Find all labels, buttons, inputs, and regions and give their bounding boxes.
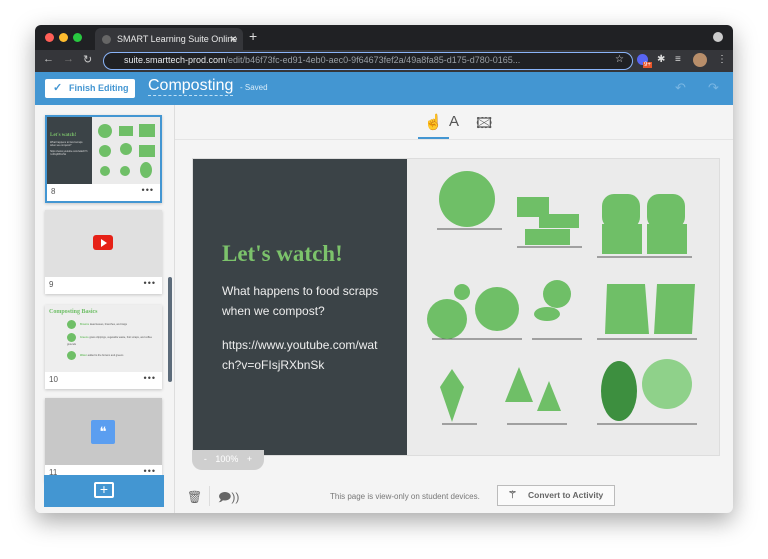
reload-icon[interactable]: ↻ bbox=[83, 53, 92, 66]
save-status: - Saved bbox=[240, 83, 268, 92]
avatar[interactable] bbox=[693, 53, 707, 67]
insert-toolbar: ☝ A 🖾 bbox=[175, 105, 733, 140]
minimize-window-button[interactable] bbox=[59, 33, 68, 42]
page-more-button[interactable]: ••• bbox=[142, 185, 154, 195]
page-thumbnail-9[interactable]: 9 ••• bbox=[45, 210, 162, 294]
page-more-button[interactable]: ••• bbox=[144, 373, 156, 383]
url-input[interactable]: suite.smarttech-prod.com/edit/b46f73fc-e… bbox=[103, 52, 633, 70]
profile-menu-icon[interactable] bbox=[713, 32, 723, 42]
puzzle-icon[interactable]: ✱ bbox=[657, 54, 665, 65]
text-tool-icon[interactable]: A bbox=[449, 113, 459, 130]
add-page-button[interactable]: + bbox=[44, 475, 164, 507]
page-number: 9 bbox=[49, 280, 54, 289]
tab-title: SMART Learning Suite Online bbox=[117, 34, 238, 44]
editor-header: ✓ Finish Editing Composting - Saved ↶ ↷ bbox=[35, 72, 733, 105]
magic-wand-icon: ⚚ bbox=[508, 490, 517, 501]
zoom-out-button[interactable]: - bbox=[204, 454, 207, 464]
tab-bar: SMART Learning Suite Online ✕ + bbox=[35, 25, 733, 50]
close-window-button[interactable] bbox=[45, 33, 54, 42]
url-path: /edit/b46f73fc-ed91-4eb0-aec0-9f64673fef… bbox=[225, 55, 521, 65]
globe-icon bbox=[102, 35, 111, 44]
select-tool-icon[interactable]: ☝ bbox=[418, 113, 449, 139]
convert-label: Convert to Activity bbox=[528, 490, 604, 500]
trash-icon[interactable]: 🗑 bbox=[187, 490, 202, 504]
page-number: 10 bbox=[49, 375, 58, 384]
browser-tab[interactable]: SMART Learning Suite Online ✕ bbox=[95, 28, 243, 50]
thumb-text: What happens to food scraps when we comp… bbox=[50, 141, 83, 147]
forward-icon[interactable]: → bbox=[63, 53, 74, 65]
star-icon[interactable]: ☆ bbox=[615, 54, 624, 65]
sidebar-scrollbar[interactable] bbox=[168, 277, 172, 382]
url-domain: suite.smarttech-prod.com bbox=[124, 55, 226, 65]
page-more-button[interactable]: ••• bbox=[144, 278, 156, 288]
thumb-title: Let's watch! bbox=[50, 133, 77, 138]
trees-thumbnail-image bbox=[98, 124, 155, 178]
thumb-link: https://www.youtube.com/watch?v=oFIsjRXb… bbox=[50, 150, 88, 156]
trees-illustration[interactable] bbox=[407, 159, 719, 455]
back-icon[interactable]: ← bbox=[43, 53, 54, 65]
divider bbox=[209, 486, 210, 506]
reading-list-icon[interactable]: ≡ bbox=[675, 54, 681, 65]
check-icon: ✓ bbox=[53, 82, 63, 94]
zoom-in-button[interactable]: + bbox=[247, 454, 252, 464]
slide-link[interactable]: https://www.youtube.com/watch?v=oFIsjRXb… bbox=[222, 335, 382, 375]
page-thumbnail-10[interactable]: Composting Basics Browns dead leaves, br… bbox=[45, 305, 162, 389]
view-only-message: This page is view-only on student device… bbox=[330, 492, 480, 501]
finish-editing-button[interactable]: ✓ Finish Editing bbox=[45, 79, 135, 98]
extension-badge: 9+ bbox=[643, 62, 652, 68]
trees-image bbox=[427, 171, 697, 425]
lesson-title[interactable]: Composting bbox=[148, 77, 234, 96]
close-tab-icon[interactable]: ✕ bbox=[229, 28, 237, 50]
thumb-title: Composting Basics bbox=[49, 309, 98, 315]
slide-question[interactable]: What happens to food scraps when we comp… bbox=[222, 281, 382, 321]
new-tab-button[interactable]: + bbox=[249, 28, 257, 44]
image-tool-icon[interactable]: 🖾 bbox=[476, 113, 492, 138]
convert-to-activity-button[interactable]: ⚚ Convert to Activity bbox=[497, 485, 615, 506]
item-name: Water bbox=[80, 354, 87, 358]
address-bar-row: ← → ↻ suite.smarttech-prod.com/edit/b46f… bbox=[35, 50, 733, 72]
page-thumbnail-11[interactable]: ❝ 11 ••• bbox=[45, 398, 162, 482]
zoom-control: - 100% + bbox=[192, 450, 264, 470]
finish-label: Finish Editing bbox=[69, 83, 129, 93]
page-thumbnail-8[interactable]: Let's watch! What happens to food scraps… bbox=[45, 115, 162, 203]
page-number: 8 bbox=[51, 187, 56, 196]
slide-title[interactable]: Let's watch! bbox=[222, 241, 407, 267]
slide-text-panel: Let's watch! What happens to food scraps… bbox=[193, 159, 407, 455]
editor-footer: 🗑 🗩)) This page is view-only on student … bbox=[175, 480, 733, 513]
redo-icon[interactable]: ↷ bbox=[708, 80, 719, 96]
item-name: Browns bbox=[80, 323, 90, 327]
item-name: Greens bbox=[80, 336, 89, 340]
chat-icon: ❝ bbox=[91, 420, 115, 444]
add-icon: + bbox=[94, 482, 114, 498]
undo-icon[interactable]: ↶ bbox=[675, 80, 686, 96]
item-desc: dead leaves, branches, and twigs bbox=[89, 323, 127, 327]
browser-window: SMART Learning Suite Online ✕ + ← → ↻ sui… bbox=[35, 25, 733, 513]
slide-canvas[interactable]: Let's watch! What happens to food scraps… bbox=[192, 158, 720, 456]
page-sidebar: Let's watch! What happens to food scraps… bbox=[35, 105, 175, 513]
item-desc: added to the browns and greens bbox=[87, 354, 124, 358]
maximize-window-button[interactable] bbox=[73, 33, 82, 42]
voice-icon[interactable]: 🗩)) bbox=[218, 488, 239, 509]
zoom-level: 100% bbox=[215, 454, 239, 464]
youtube-icon bbox=[93, 235, 113, 250]
menu-icon[interactable]: ⋮ bbox=[717, 54, 727, 65]
